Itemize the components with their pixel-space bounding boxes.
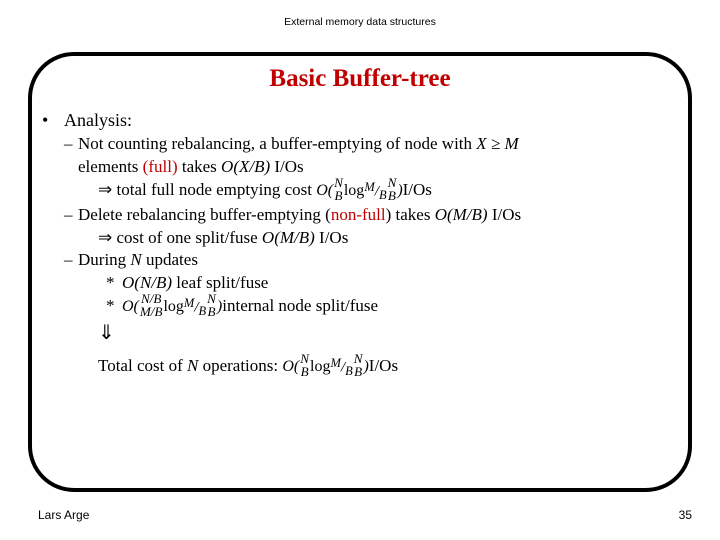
sub1-line2: elements (full) takes O(X/B) I/Os xyxy=(64,156,696,178)
star2-formula: O(N/B M/B logM/B N B) xyxy=(122,292,222,320)
star2-frac2-den: B xyxy=(207,303,216,319)
total-logsub: M/B xyxy=(330,356,353,379)
total-logsub-n: M xyxy=(330,356,341,371)
bullet-analysis: • Analysis: xyxy=(36,108,696,132)
sub1-line2-text-a: elements xyxy=(78,156,143,176)
arrow-item-2: ⇒ cost of one split/fuse O(M/B) I/Os xyxy=(36,227,696,249)
star1-text: leaf split/fuse xyxy=(172,272,269,292)
sub3-text-b: updates xyxy=(141,250,198,270)
arrow1-log: log xyxy=(343,181,365,199)
sub1-line2-math: O(X/B) xyxy=(221,156,271,176)
sub-item-3: – During N updates xyxy=(36,249,696,271)
total-math-n: N xyxy=(186,356,199,376)
arrow-item-1: ⇒ total full node emptying cost O(N BlogM… xyxy=(36,176,696,204)
sub1-full-label: (full) xyxy=(142,156,178,176)
star2-lead: O( xyxy=(122,297,139,315)
sub3-math: N xyxy=(130,250,142,270)
arrow1-frac2-den: B xyxy=(387,187,396,203)
star2-frac1-num: N/B xyxy=(140,290,162,306)
arrow1-lead: O( xyxy=(316,181,334,199)
star2-logsub: M/B xyxy=(183,295,207,319)
total-frac1: NB xyxy=(299,352,310,378)
arrow1-formula: O(N BlogM/B N B) xyxy=(316,176,402,204)
footer-page-number: 35 xyxy=(678,508,692,522)
total-logsub-d: B xyxy=(345,364,353,379)
star-item-1: * O(N/B) leaf split/fuse xyxy=(36,272,696,294)
arrow1-frac2: NB xyxy=(387,176,398,202)
arrow-marker-2: ⇒ xyxy=(98,227,113,247)
arrow1-frac2-num: N xyxy=(387,174,397,190)
sub1-line2-text-c: I/Os xyxy=(270,156,304,176)
arrow1-logsub-d: B xyxy=(378,188,387,203)
total-text-b: operations: xyxy=(198,356,283,376)
dash-marker-3: – xyxy=(64,250,73,270)
slide-body: • Analysis: – Not counting rebalancing, a … xyxy=(36,108,696,381)
footer-author: Lars Arge xyxy=(38,508,90,522)
star2-logsub-d: B xyxy=(198,304,207,319)
sub2-text-b: ) takes xyxy=(385,205,435,225)
total-frac2-den: B xyxy=(354,364,363,380)
total-frac2: NB xyxy=(353,352,364,378)
arrow1-frac1-den: B xyxy=(334,187,343,203)
total-log: log xyxy=(310,358,331,376)
star2-frac1-den: M/B xyxy=(139,303,163,319)
star2-frac1: N/B M/B xyxy=(139,292,164,318)
sub1-line1-math: X ≥ M xyxy=(476,134,519,154)
arrow1-text-b: I/Os xyxy=(402,180,432,200)
arrow-marker-1: ⇒ xyxy=(98,180,113,200)
arrow1-logsub-n: M xyxy=(364,179,375,194)
arrow2-text-b: I/Os xyxy=(314,227,349,247)
total-lead: O( xyxy=(282,358,300,376)
total-text-c: I/Os xyxy=(368,356,399,376)
star-item-2: * O(N/B M/B logM/B N B)internal node split/fu… xyxy=(36,292,696,320)
bullet-analysis-label: Analysis: xyxy=(64,110,133,130)
slide: External memory data structures Basic Bu… xyxy=(0,0,720,540)
star1-math: O(N/B) xyxy=(122,272,173,292)
sub1-line2-text-b: takes xyxy=(177,156,222,176)
sub-item-2: – Delete rebalancing buffer-emptying (non… xyxy=(36,204,696,226)
sub3-text-a: During xyxy=(78,250,131,270)
arrow2-math: O(M/B) xyxy=(261,227,315,247)
star2-frac2-num: N xyxy=(207,290,216,306)
down-arrow: ⇓ xyxy=(98,322,115,345)
arrow1-logsub: M/B xyxy=(364,179,387,203)
sub2-text-a: Delete rebalancing buffer-emptying ( xyxy=(78,205,331,225)
page-title: Basic Buffer-tree xyxy=(269,65,451,92)
total-frac1-den: B xyxy=(300,364,309,380)
arrow2-text-a: cost of one split/fuse xyxy=(116,227,262,247)
sub2-math: O(M/B) xyxy=(434,205,488,225)
sub1-line1-text: Not counting rebalancing, a buffer-empty… xyxy=(78,134,477,154)
arrow1-frac1-num: N xyxy=(334,174,343,190)
sub2-nonfull-label: non-full xyxy=(330,205,386,225)
total-cost-line: Total cost of N operations: O(N BlogM/B N B… xyxy=(36,352,696,380)
star2-text: internal node split/fuse xyxy=(222,296,379,316)
sub2-text-c: I/Os xyxy=(487,205,522,225)
sub-item-1: – Not counting rebalancing, a buffer-empt… xyxy=(36,133,696,178)
star2-log: log xyxy=(163,297,184,315)
slide-header: External memory data structures xyxy=(284,16,436,28)
arrow1-frac1: NB xyxy=(333,176,344,202)
dash-marker: – xyxy=(64,134,73,154)
star2-frac2: NB xyxy=(206,292,217,318)
dash-marker-2: – xyxy=(64,205,73,225)
star2-logsub-n: M xyxy=(183,295,195,310)
total-text-a: Total cost of xyxy=(98,356,187,376)
star-marker-2: * xyxy=(106,296,115,316)
star-marker-1: * xyxy=(106,272,115,292)
arrow1-text-a: total full node emptying cost xyxy=(116,180,317,200)
bullet-marker: • xyxy=(42,110,49,130)
total-formula: O(N BlogM/B N B) xyxy=(282,352,368,380)
